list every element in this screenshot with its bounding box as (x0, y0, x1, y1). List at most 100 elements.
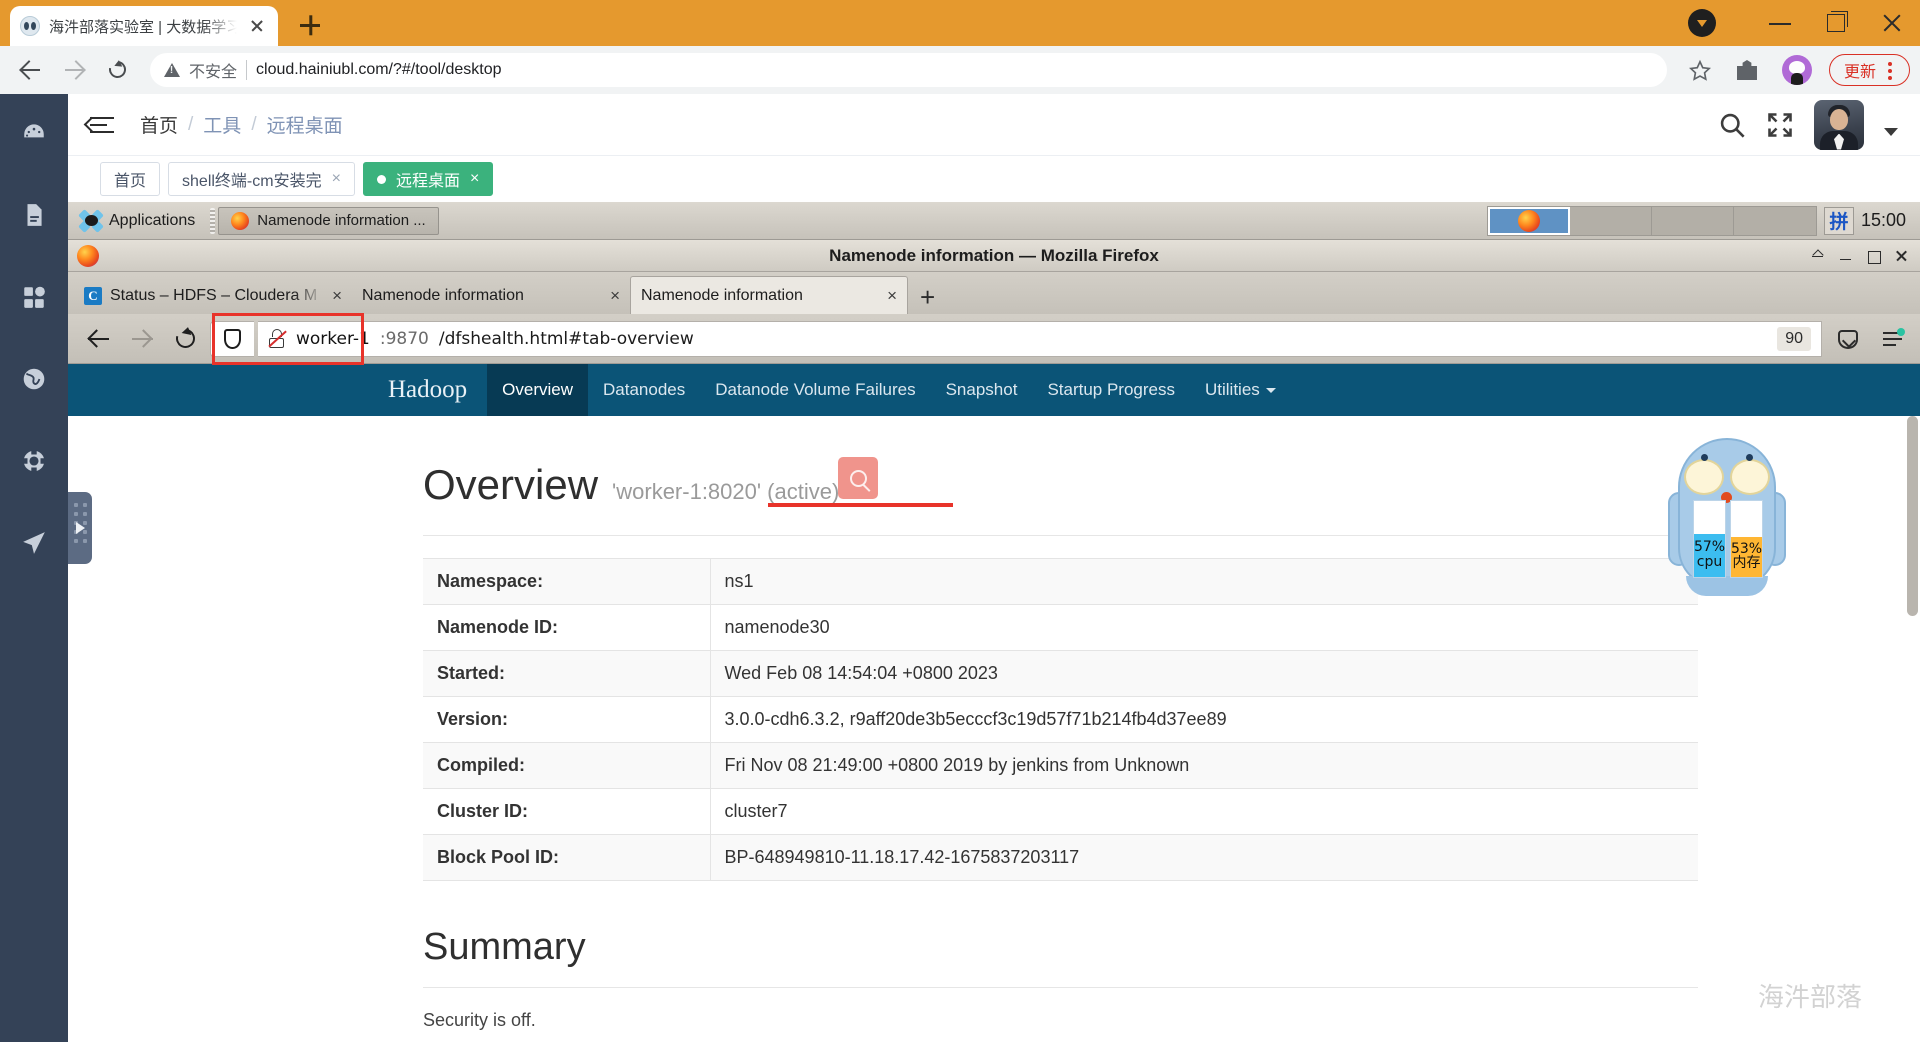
update-button[interactable]: 更新 (1828, 54, 1910, 86)
firefox-tab-namenode-2[interactable]: Namenode information × (630, 276, 908, 314)
chrome-tab[interactable]: 海汼部落实验室 | 大数据学习云环 (10, 6, 278, 46)
page-scrollbar[interactable] (1907, 416, 1918, 616)
pocket-icon[interactable] (1830, 321, 1866, 357)
breadcrumb-tools[interactable]: 工具 (203, 111, 241, 138)
close-button[interactable] (1894, 249, 1908, 263)
close-button[interactable] (1864, 0, 1920, 46)
hadoop-nav-snapshot[interactable]: Snapshot (931, 364, 1033, 416)
hadoop-nav-startup-progress[interactable]: Startup Progress (1032, 364, 1190, 416)
tab-home[interactable]: 首页 (100, 162, 161, 196)
tab-close-icon[interactable]: × (332, 171, 341, 187)
broken-lock-icon[interactable] (268, 329, 287, 348)
web-app: 首页 / 工具 / 远程桌面 首页 shell终端-cm安装完 × 远程桌面 ×… (0, 94, 1920, 1042)
hadoop-nav-overview[interactable]: Overview (487, 364, 589, 416)
workspace-3[interactable] (1651, 206, 1734, 235)
breadcrumb-remote-desktop[interactable]: 远程桌面 (267, 111, 343, 138)
chrome-profile-avatar[interactable] (1781, 55, 1812, 85)
firefox-tab-close-icon[interactable]: × (610, 286, 620, 306)
row-key: Compiled: (423, 742, 711, 789)
maximize-button[interactable] (1866, 249, 1881, 264)
collapse-menu-icon[interactable] (86, 110, 120, 140)
chrome-tab-title: 海汼部落实验室 | 大数据学习云环 (49, 18, 237, 36)
firefox-new-tab-button[interactable]: + (920, 284, 935, 310)
workspace-2[interactable] (1569, 206, 1652, 235)
user-avatar[interactable] (1814, 99, 1864, 150)
firefox-icon (231, 211, 250, 230)
minimize-button[interactable] (1838, 249, 1852, 263)
row-value: BP-648949810-11.18.17.42-1675837203117 (724, 847, 1080, 867)
sidebar-item-network[interactable] (17, 362, 51, 396)
row-value: 3.0.0-cdh6.3.2, r9aff20de3b5ecccf3c19d57… (724, 709, 1227, 729)
new-tab-button[interactable] (292, 7, 328, 43)
firefox-tab-bar: C Status – HDFS – Cloudera M × Namenode … (68, 272, 1920, 314)
tab-remote-desktop[interactable]: 远程桌面 × (362, 162, 494, 196)
app-main: 首页 / 工具 / 远程桌面 首页 shell终端-cm安装完 × 远程桌面 ×… (68, 94, 1920, 1042)
reload-button[interactable] (98, 50, 138, 90)
hadoop-brand[interactable]: Hadoop (368, 364, 487, 416)
chrome-tab-close-icon[interactable] (246, 15, 268, 37)
nav-label: Datanode Volume Failures (715, 380, 916, 399)
firefox-menu-icon[interactable] (1874, 321, 1910, 357)
firefox-tab-namenode-1[interactable]: Namenode information × (352, 276, 630, 314)
breadcrumb-separator: / (251, 113, 257, 135)
sidebar-item-messages[interactable] (17, 526, 51, 560)
workspace-switcher[interactable] (1486, 205, 1817, 236)
firefox-tab-label: Namenode information (641, 286, 803, 304)
sidebar-drag-handle[interactable] (68, 492, 92, 564)
firefox-forward-button[interactable] (122, 319, 162, 359)
url-port: :9870 (379, 328, 429, 349)
profile-badge-icon[interactable] (1688, 9, 1716, 37)
table-row: Compiled: Fri Nov 08 21:49:00 +0800 2019… (423, 742, 1698, 789)
panel-separator (210, 207, 216, 234)
breadcrumb-home[interactable]: 首页 (140, 111, 178, 138)
row-key: Cluster ID: (423, 788, 711, 835)
table-row: Namespace: ns1 (423, 558, 1698, 605)
firefox-back-button[interactable] (78, 319, 118, 359)
minimize-button[interactable] (1752, 0, 1808, 46)
sidebar-item-documents[interactable] (17, 198, 51, 232)
firefox-titlebar: Namenode information — Mozilla Firefox (68, 240, 1920, 272)
row-key: Block Pool ID: (423, 834, 711, 881)
chevron-down-icon[interactable] (1884, 127, 1898, 136)
input-method-icon[interactable]: 拼 (1823, 206, 1854, 235)
hadoop-nav-datanode-volume-failures[interactable]: Datanode Volume Failures (700, 364, 930, 416)
sidebar-item-dashboard[interactable] (17, 116, 51, 150)
search-icon[interactable] (1718, 111, 1746, 139)
maximize-button[interactable] (1808, 0, 1864, 46)
overview-heading: Overview (423, 461, 599, 508)
firefox-address-bar[interactable]: worker-1:9870/dfshealth.html#tab-overvie… (212, 312, 1822, 365)
summary-security-text: Security is off. (423, 1010, 536, 1030)
firefox-reload-button[interactable] (166, 319, 206, 359)
tab-close-icon[interactable]: × (470, 171, 479, 187)
firefox-tab-cloudera[interactable]: C Status – HDFS – Cloudera M × (74, 276, 352, 314)
firefox-tab-close-icon[interactable]: × (332, 286, 342, 306)
hadoop-nav-utilities[interactable]: Utilities (1190, 364, 1291, 416)
row-value: Fri Nov 08 21:49:00 +0800 2019 by jenkin… (724, 755, 1190, 775)
header-actions (1718, 99, 1898, 150)
shade-button[interactable] (1810, 249, 1824, 263)
workspace-1[interactable] (1487, 206, 1570, 235)
applications-menu-button[interactable]: Applications (68, 202, 207, 239)
panel-tray: 拼 15:00 (1486, 202, 1920, 239)
hadoop-nav-datanodes[interactable]: Datanodes (588, 364, 700, 416)
extensions-puzzle-icon[interactable] (1731, 53, 1765, 87)
sidebar-item-apps[interactable] (17, 280, 51, 314)
back-button[interactable] (10, 50, 50, 90)
bookmark-star-icon[interactable] (1688, 59, 1712, 81)
update-label: 更新 (1843, 64, 1876, 81)
tab-shell-terminal[interactable]: shell终端-cm安装完 × (168, 162, 355, 196)
kebab-menu-icon[interactable] (1880, 58, 1900, 82)
zoom-level-badge[interactable]: 90 (1777, 326, 1811, 351)
workspace-4[interactable] (1733, 206, 1816, 235)
fullscreen-icon[interactable] (1766, 111, 1794, 139)
tracking-protection-shield-icon[interactable] (210, 320, 254, 357)
taskbar-window-button[interactable]: Namenode information ... (218, 206, 439, 235)
address-bar[interactable]: 不安全 cloud.hainiubl.com/?#/tool/desktop (150, 53, 1667, 87)
forward-button[interactable] (54, 50, 94, 90)
tab-label: 首页 (114, 173, 147, 190)
firefox-tab-close-icon[interactable]: × (887, 286, 897, 306)
firefox-window-controls (1810, 249, 1920, 264)
row-key: Version: (423, 696, 711, 743)
remote-desktop-viewport[interactable]: Applications Namenode information ... 拼 … (68, 202, 1920, 1042)
sidebar-item-support[interactable] (17, 444, 51, 478)
